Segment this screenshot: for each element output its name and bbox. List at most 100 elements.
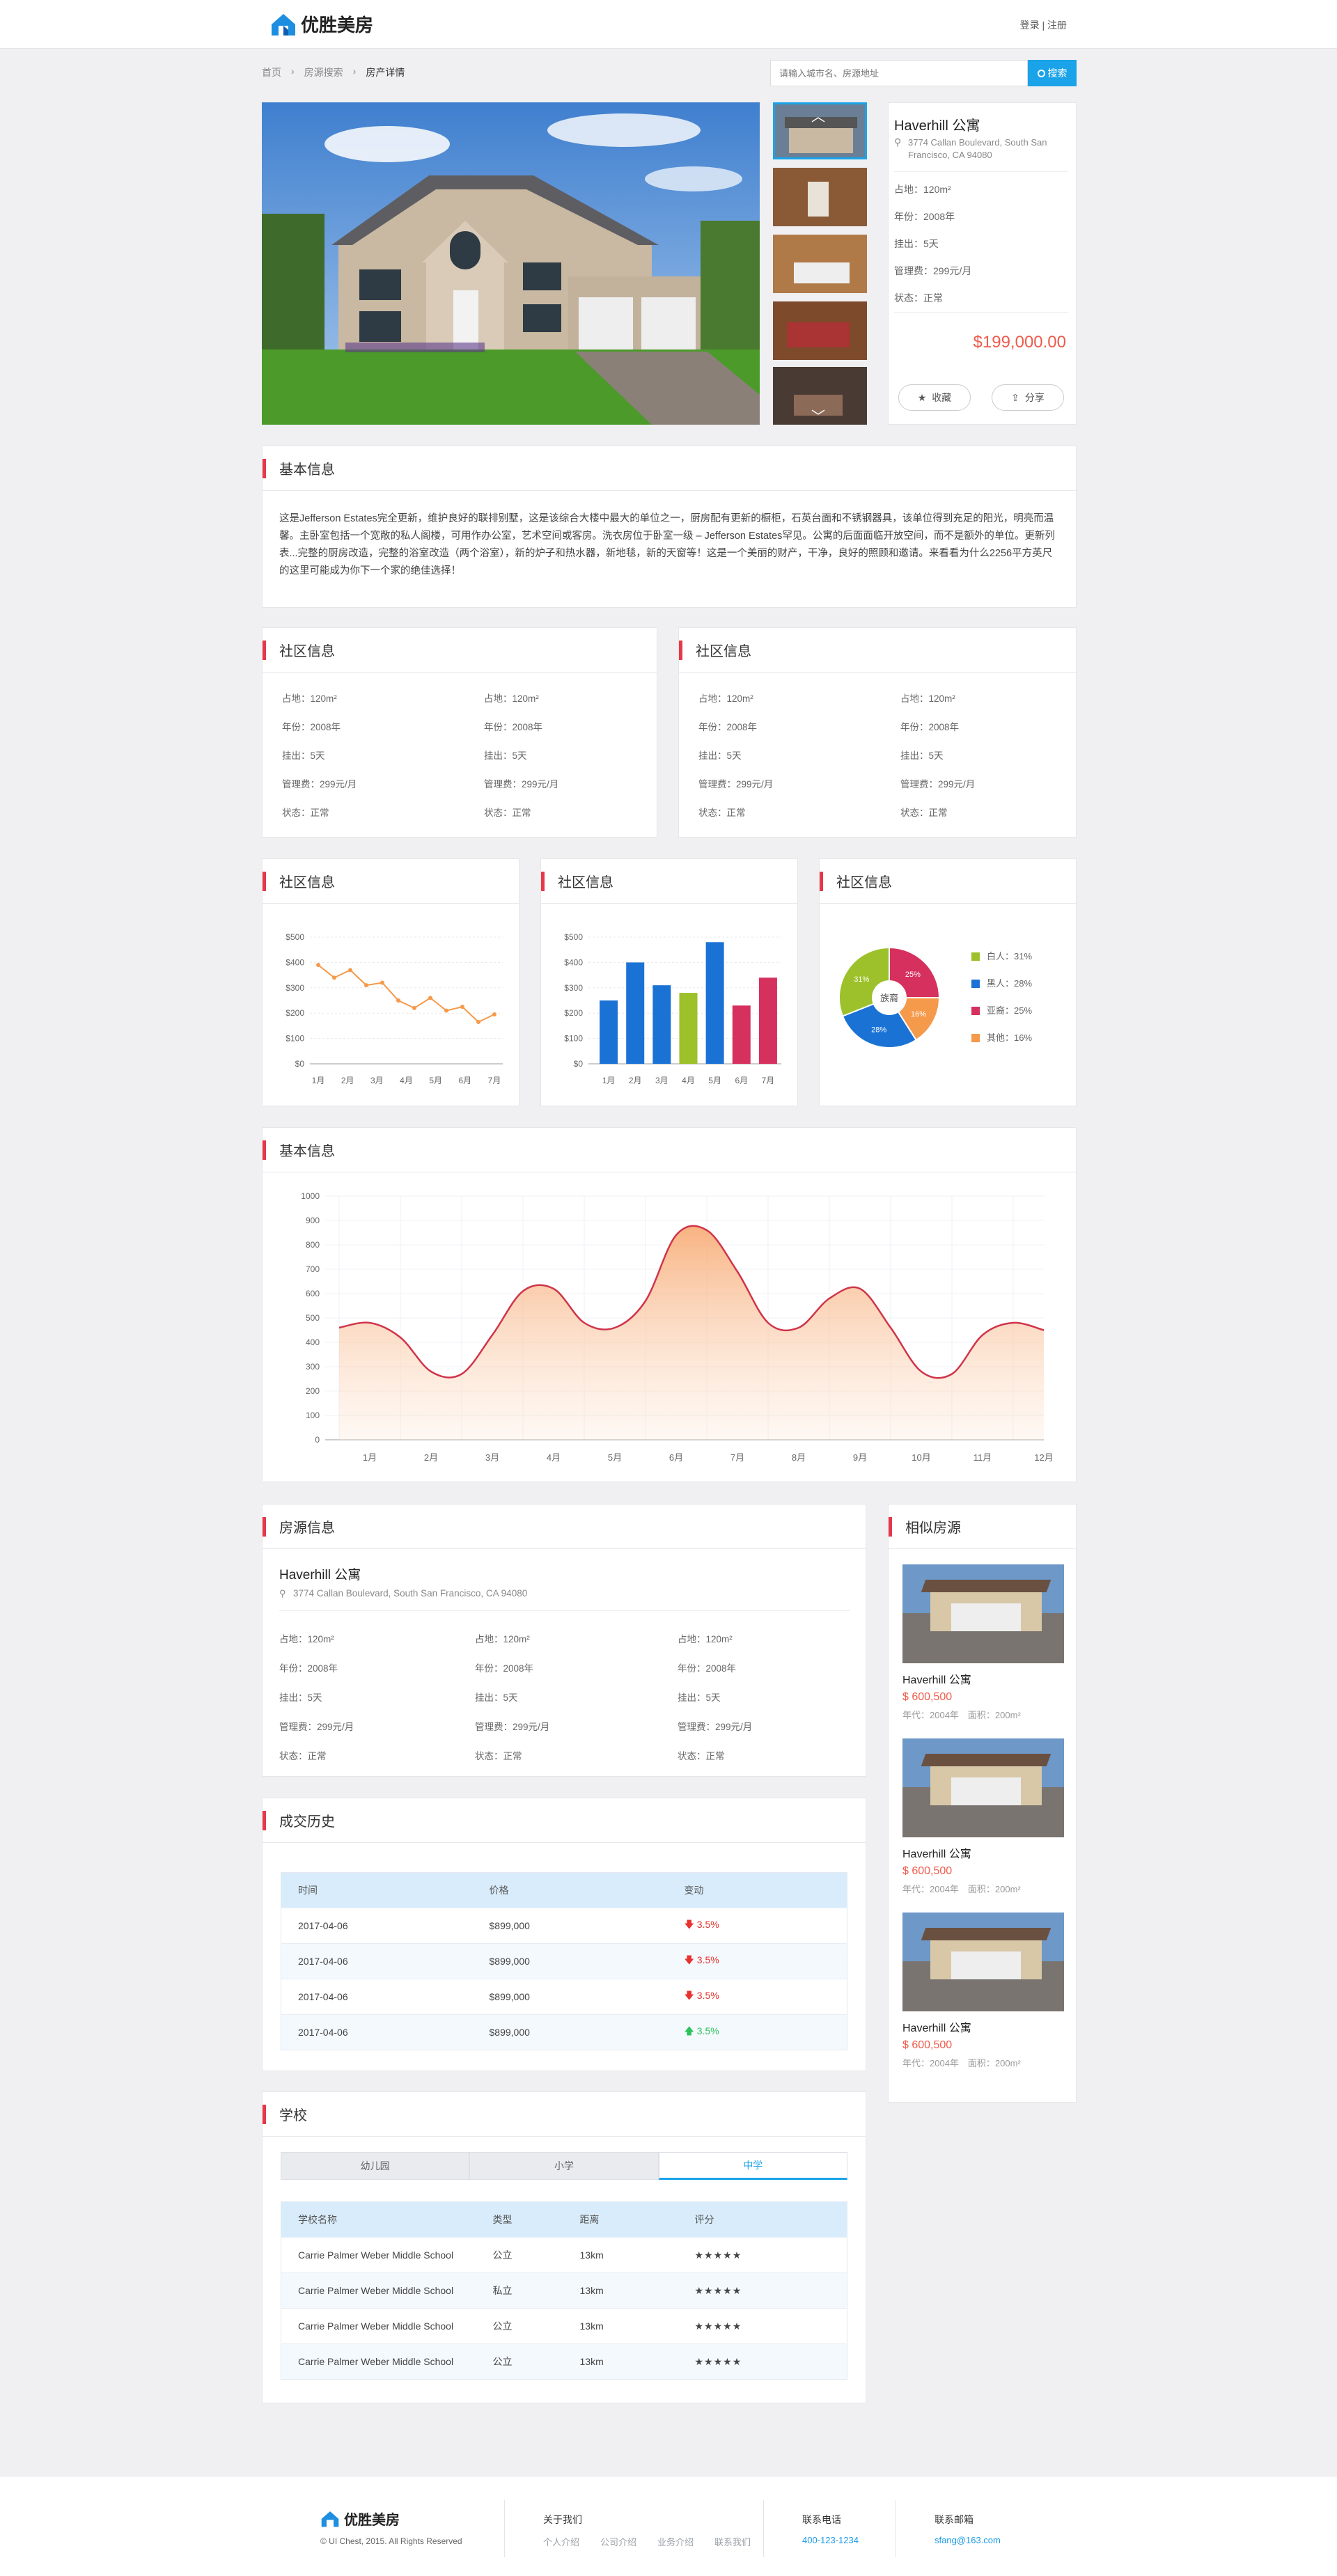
house-photo bbox=[262, 102, 760, 425]
school-rating-stars: ★★★★★ bbox=[678, 2237, 847, 2273]
property-price: $199,000.00 bbox=[973, 333, 1066, 352]
thumbnail-3[interactable] bbox=[773, 235, 867, 293]
listing-area: 占地：120m² bbox=[475, 1634, 530, 1644]
section-title: 学校 bbox=[263, 2092, 866, 2137]
school-name[interactable]: Carrie Palmer Weber Middle School bbox=[281, 2343, 476, 2380]
legend-swatch bbox=[971, 1007, 980, 1015]
breadcrumb-home[interactable]: 首页 bbox=[262, 65, 281, 79]
x-tick-label: 5月 bbox=[429, 1076, 442, 1085]
x-tick-label: 12月 bbox=[1034, 1452, 1053, 1463]
school-name[interactable]: Carrie Palmer Weber Middle School bbox=[281, 2308, 476, 2344]
table-row: 2017-04-06 $899,000 🡇 3.5% bbox=[281, 1943, 847, 1979]
school-type: 公立 bbox=[476, 2343, 563, 2380]
col-rating: 评分 bbox=[678, 2201, 847, 2238]
favorite-button[interactable]: ★ 收藏 bbox=[898, 384, 971, 411]
history-date: 2017-04-06 bbox=[281, 1943, 473, 1979]
y-tick-label: $400 bbox=[564, 957, 583, 967]
similar-listing-photo[interactable] bbox=[902, 1564, 1064, 1663]
community-area: 占地：120m² bbox=[282, 693, 337, 704]
listing-fee: 管理费：299元/月 bbox=[475, 1722, 550, 1732]
bar bbox=[626, 962, 645, 1064]
chevron-down-icon[interactable]: ﹀ bbox=[811, 405, 825, 425]
info-fee: 管理费：299元/月 bbox=[894, 265, 972, 276]
history-price: $899,000 bbox=[472, 1908, 668, 1944]
thumbnail-2[interactable] bbox=[773, 168, 867, 226]
breadcrumb-current: 房产详情 bbox=[366, 67, 405, 78]
data-point bbox=[316, 963, 320, 968]
legend-label: 黑人：28% bbox=[987, 978, 1032, 989]
listing-info-grid: 占地：120m² 占地：120m² 占地：120m² 年份：2008年 年份：2008… bbox=[279, 1631, 852, 1762]
tab-primary[interactable]: 小学 bbox=[469, 2152, 659, 2180]
similar-listing-price: $ 600,500 bbox=[902, 1691, 953, 1703]
data-point bbox=[444, 1008, 448, 1013]
thumbnail-4[interactable] bbox=[773, 301, 867, 360]
chevron-up-icon[interactable]: ︿ bbox=[811, 105, 825, 125]
similar-listing-item[interactable]: Haverhill 公寓 $ 600,500 年代：2004年 面积：200m² bbox=[902, 1564, 1064, 1721]
community-fee: 管理费：299元/月 bbox=[900, 779, 976, 790]
y-tick-label: $400 bbox=[286, 957, 304, 967]
footer-link-company[interactable]: 公司介绍 bbox=[600, 2535, 636, 2548]
search-button-label: 搜索 bbox=[1047, 68, 1068, 79]
school-name[interactable]: Carrie Palmer Weber Middle School bbox=[281, 2272, 476, 2309]
similar-listing-photo[interactable] bbox=[902, 1913, 1064, 2011]
community-listed: 挂出：5天 bbox=[282, 751, 325, 761]
x-tick-label: 6月 bbox=[669, 1452, 683, 1463]
similar-listing-meta: 年代：2004年 面积：200m² bbox=[902, 1710, 1021, 1720]
section-title: 社区信息 bbox=[541, 859, 797, 904]
listing-listed: 挂出：5天 bbox=[475, 1693, 518, 1703]
similar-listing-name: Haverhill 公寓 bbox=[902, 2023, 971, 2034]
section-title: 社区信息 bbox=[679, 628, 1076, 673]
share-button[interactable]: ⇪ 分享 bbox=[992, 384, 1064, 411]
y-tick-label: 100 bbox=[306, 1411, 320, 1420]
tab-middle[interactable]: 中学 bbox=[658, 2152, 847, 2180]
area-chart-card: 基本信息 1000 900 800 700 600 500 400 300 200 100 0 1月 2… bbox=[262, 1127, 1077, 1482]
school-name[interactable]: Carrie Palmer Weber Middle School bbox=[281, 2237, 476, 2273]
y-tick-label: $300 bbox=[286, 983, 304, 993]
login-register-link[interactable]: 登录 | 注册 bbox=[1020, 18, 1067, 32]
school-rating-stars: ★★★★★ bbox=[678, 2272, 847, 2309]
email-heading: 联系邮箱 bbox=[935, 2514, 974, 2525]
x-tick-label: 11月 bbox=[974, 1452, 992, 1463]
footer-link-personal[interactable]: 个人介绍 bbox=[543, 2535, 579, 2548]
schools-table: 学校名称 类型 距离 评分 Carrie Palmer Weber Middle Sc… bbox=[281, 2201, 847, 2380]
legend-label: 亚裔：25% bbox=[987, 1005, 1032, 1016]
arrow-down-icon: 🡇 bbox=[684, 1954, 694, 1965]
search-button[interactable]: 搜索 bbox=[1028, 60, 1077, 86]
similar-listing-item[interactable]: Haverhill 公寓 $ 600,500 年代：2004年 面积：200m² bbox=[902, 1738, 1064, 1895]
phone-number[interactable]: 400-123-1234 bbox=[802, 2535, 859, 2545]
col-price: 价格 bbox=[472, 1872, 668, 1908]
brand-logo[interactable]: 优胜美房 bbox=[270, 11, 373, 37]
footer-link-contact[interactable]: 联系我们 bbox=[714, 2535, 751, 2548]
x-tick-label: 5月 bbox=[708, 1076, 721, 1085]
school-distance: 13km bbox=[563, 2237, 678, 2273]
slice-label: 31% bbox=[854, 975, 869, 984]
share-label: 分享 bbox=[1024, 392, 1045, 403]
listing-year: 年份：2008年 bbox=[678, 1663, 737, 1674]
listing-listed: 挂出：5天 bbox=[279, 1693, 322, 1703]
house-logo-icon bbox=[272, 13, 295, 36]
community-area: 占地：120m² bbox=[484, 693, 539, 704]
data-point bbox=[492, 1012, 497, 1017]
data-point bbox=[364, 983, 368, 988]
y-tick-label: 800 bbox=[306, 1240, 320, 1250]
footer-logo[interactable]: 优胜美房 bbox=[320, 2508, 400, 2529]
about-heading: 关于我们 bbox=[543, 2514, 582, 2525]
similar-listing-photo[interactable] bbox=[902, 1738, 1064, 1837]
history-change: 3.5% bbox=[696, 1990, 719, 2001]
history-date: 2017-04-06 bbox=[281, 2014, 473, 2050]
similar-listing-item[interactable]: Haverhill 公寓 $ 600,500 年代：2004年 面积：200m² bbox=[902, 1913, 1064, 2069]
community-listed: 挂出：5天 bbox=[900, 751, 944, 761]
share-icon: ⇪ bbox=[1011, 391, 1019, 403]
tab-kindergarten[interactable]: 幼儿园 bbox=[281, 2152, 470, 2180]
search-input[interactable] bbox=[770, 60, 1028, 86]
breadcrumb-search[interactable]: 房源搜索 bbox=[304, 65, 343, 79]
table-row: Carrie Palmer Weber Middle School 私立 13km ★… bbox=[281, 2272, 847, 2309]
bar-chart-card: 社区信息 $500 $400 $300 $200 $100 $0 1月 2月 3月 4月 5月 6月 7… bbox=[540, 858, 798, 1106]
section-title: 成交历史 bbox=[263, 1798, 866, 1843]
school-distance: 13km bbox=[563, 2272, 678, 2309]
email-address[interactable]: sfang@163.com bbox=[935, 2535, 1001, 2545]
main-property-photo[interactable] bbox=[262, 102, 760, 425]
history-table: 时间 价格 变动 2017-04-06 $899,000 🡇 3.5% 2017-04-0… bbox=[281, 1872, 847, 2050]
footer-link-business[interactable]: 业务介绍 bbox=[657, 2535, 694, 2548]
history-price: $899,000 bbox=[472, 1979, 668, 2015]
